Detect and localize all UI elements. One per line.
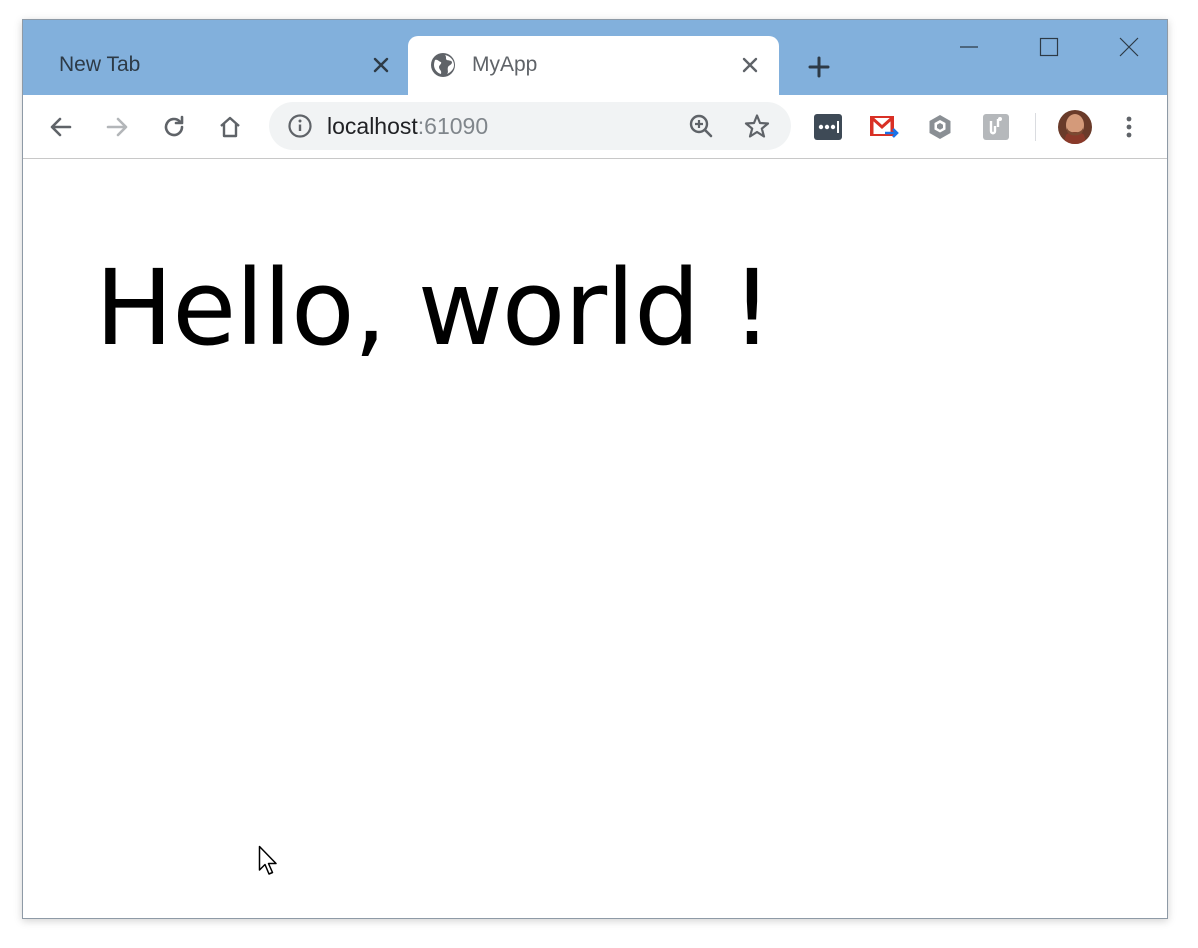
- tab-myapp[interactable]: MyApp: [408, 36, 779, 95]
- tab-title: MyApp: [472, 53, 538, 76]
- maximize-icon: [1039, 37, 1059, 57]
- maximize-button[interactable]: [1029, 32, 1069, 62]
- gmail-checker-icon[interactable]: [868, 111, 900, 143]
- url-text[interactable]: localhost:61090: [327, 113, 488, 140]
- close-window-button[interactable]: [1109, 32, 1149, 62]
- mouse-cursor-icon: [258, 845, 277, 875]
- close-icon: [1119, 37, 1139, 57]
- url-port: :61090: [417, 113, 489, 139]
- page-heading: Hello, world !: [95, 247, 773, 369]
- forward-arrow-icon: [106, 117, 128, 137]
- address-bar[interactable]: localhost:61090: [269, 102, 791, 150]
- plus-icon: [808, 56, 830, 78]
- avatar[interactable]: [1057, 109, 1093, 145]
- tab-new-tab[interactable]: New Tab: [35, 36, 405, 95]
- title-bar: New Tab MyApp: [23, 20, 1167, 95]
- globe-icon: [430, 52, 456, 78]
- star-icon[interactable]: [744, 113, 770, 144]
- hexagon-extension-icon[interactable]: [924, 111, 956, 143]
- lastpass-icon[interactable]: [812, 111, 844, 143]
- zoom-icon[interactable]: [688, 113, 714, 144]
- url-host: localhost: [327, 113, 418, 139]
- close-tab-icon[interactable]: [738, 53, 762, 77]
- toolbar-divider: [1035, 113, 1036, 141]
- close-tab-icon[interactable]: [369, 53, 393, 77]
- home-icon: [220, 116, 240, 138]
- reload-icon: [164, 115, 184, 137]
- home-button[interactable]: [214, 111, 246, 143]
- browser-window: New Tab MyApp localhost:61090 Hello, wor…: [22, 19, 1168, 919]
- minimize-button[interactable]: [949, 32, 989, 62]
- puzzle-extension-icon[interactable]: [980, 111, 1012, 143]
- info-icon[interactable]: [287, 113, 313, 144]
- browser-toolbar: localhost:61090: [23, 95, 1167, 159]
- minimize-icon: [960, 46, 978, 48]
- forward-button[interactable]: [101, 111, 133, 143]
- page-content: Hello, world !: [23, 159, 1167, 918]
- tab-title: New Tab: [59, 53, 141, 76]
- new-tab-button[interactable]: [803, 51, 835, 83]
- back-arrow-icon: [50, 117, 72, 137]
- back-button[interactable]: [45, 111, 77, 143]
- kebab-menu-icon: [1126, 116, 1132, 138]
- reload-button[interactable]: [158, 111, 190, 143]
- menu-button[interactable]: [1113, 111, 1145, 143]
